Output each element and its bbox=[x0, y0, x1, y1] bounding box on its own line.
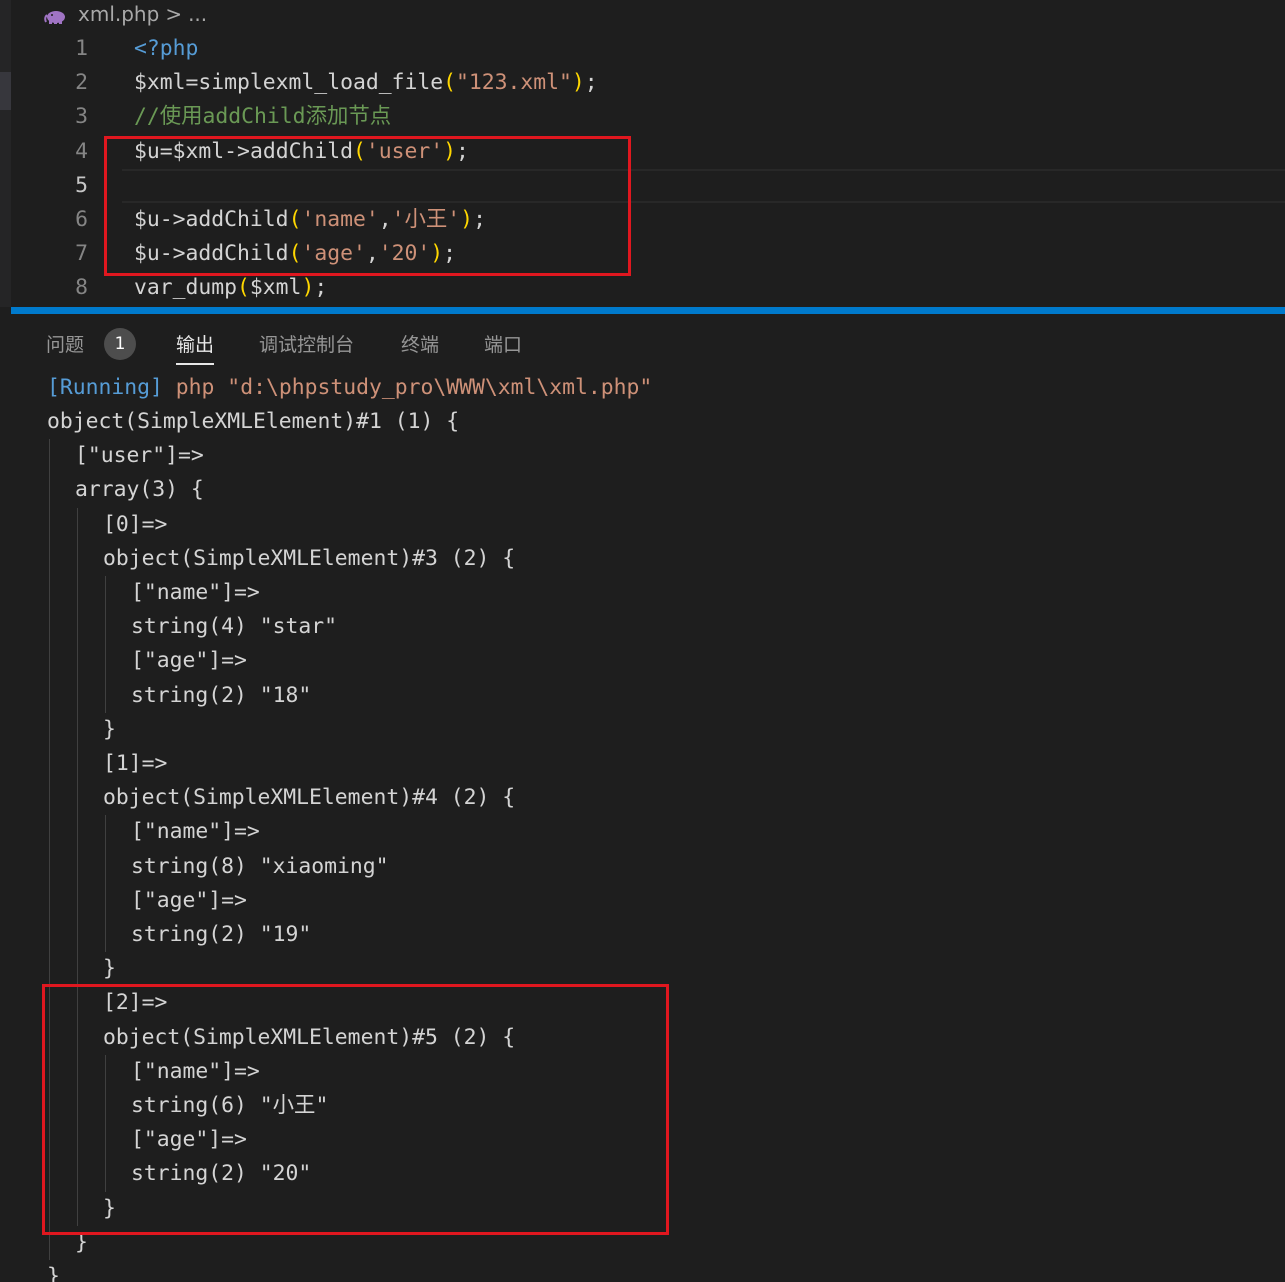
output-line: ["age"]=> bbox=[131, 648, 247, 673]
line-number: 3 bbox=[75, 104, 88, 129]
tab-debug-console[interactable]: 调试控制台 bbox=[259, 330, 354, 360]
line-number: 1 bbox=[75, 36, 88, 61]
line-number: 5 bbox=[75, 173, 88, 198]
output-line: object(SimpleXMLElement)#1 (1) { bbox=[47, 409, 460, 434]
code-token: $xml bbox=[249, 275, 302, 300]
line-number: 2 bbox=[75, 70, 88, 95]
panel-tabs: 问题 1 输出 调试控制台 终端 端口 bbox=[0, 314, 1285, 374]
output-line: object(SimpleXMLElement)#3 (2) { bbox=[103, 546, 516, 571]
code-token: ) bbox=[571, 70, 585, 95]
code-token: //使用addChild添加节点 bbox=[134, 104, 392, 129]
output-line: [1]=> bbox=[103, 751, 168, 776]
line-code: $xml=simplexml_load_file("123.xml"); bbox=[134, 66, 598, 100]
tab-problems[interactable]: 问题 bbox=[46, 330, 84, 360]
line-number: 7 bbox=[75, 241, 88, 266]
line-number: 4 bbox=[75, 139, 88, 164]
line-number: 8 bbox=[75, 275, 88, 300]
code-editor[interactable]: xml.php > ... 1 <?php 2 $xml=simplexml_load… bbox=[0, 0, 1285, 307]
annotation-box-output bbox=[42, 984, 669, 1235]
output-line: array(3) { bbox=[75, 477, 204, 502]
vscode-window: xml.php > ... 1 <?php 2 $xml=simplexml_load… bbox=[0, 0, 1285, 1282]
output-run-line: [Running] php "d:\phpstudy_pro\WWW\xml\x… bbox=[47, 371, 652, 405]
output-line: string(4) "star" bbox=[131, 614, 338, 639]
code-token: $xml bbox=[134, 70, 186, 95]
code-token: = bbox=[185, 70, 199, 95]
output-line: string(8) "xiaoming" bbox=[131, 854, 389, 879]
output-line: } bbox=[103, 717, 116, 742]
indent-guide bbox=[105, 576, 106, 713]
code-token: ; bbox=[584, 70, 598, 95]
output-line: ["name"]=> bbox=[131, 580, 260, 605]
output-line: object(SimpleXMLElement)#4 (2) { bbox=[103, 785, 516, 810]
line-code: //使用addChild添加节点 bbox=[134, 100, 391, 134]
code-line[interactable]: 3 //使用addChild添加节点 bbox=[0, 100, 1285, 134]
code-token: ; bbox=[314, 275, 328, 300]
panel-border[interactable] bbox=[11, 307, 1285, 314]
problems-count-badge: 1 bbox=[104, 328, 136, 360]
output-line: ["user"]=> bbox=[75, 443, 204, 468]
run-command: php "d:\phpstudy_pro\WWW\xml\xml.php" bbox=[175, 375, 653, 400]
output-line: ["age"]=> bbox=[131, 888, 247, 913]
bottom-panel: 问题 1 输出 调试控制台 终端 端口 [Running] php "d:\ph… bbox=[0, 314, 1285, 1282]
tab-terminal[interactable]: 终端 bbox=[401, 330, 439, 360]
annotation-box-code bbox=[104, 136, 631, 276]
breadcrumb-more[interactable]: ... bbox=[188, 2, 207, 26]
breadcrumb-file[interactable]: xml.php bbox=[78, 2, 159, 26]
running-label: [Running] bbox=[47, 375, 163, 400]
code-token: ) bbox=[301, 275, 315, 300]
line-code: <?php bbox=[134, 32, 198, 66]
code-token: ( bbox=[237, 275, 250, 300]
tab-output[interactable]: 输出 bbox=[176, 330, 215, 365]
code-token: ( bbox=[443, 70, 456, 95]
code-token: "123.xml" bbox=[455, 70, 572, 95]
code-line[interactable]: 8 var_dump($xml); bbox=[0, 271, 1285, 305]
code-token: simplexml_load_file bbox=[198, 70, 444, 95]
breadcrumb: xml.php > ... bbox=[44, 0, 207, 28]
tab-ports[interactable]: 端口 bbox=[484, 330, 522, 360]
output-line: string(2) "18" bbox=[131, 683, 312, 708]
output-line: } bbox=[47, 1264, 60, 1282]
output-line: string(2) "19" bbox=[131, 922, 312, 947]
indent-guide bbox=[105, 815, 106, 952]
code-token: var_dump bbox=[134, 275, 238, 300]
code-token: <?php bbox=[134, 36, 199, 61]
output-line: [0]=> bbox=[103, 512, 168, 537]
code-line[interactable]: 1 <?php bbox=[0, 32, 1285, 66]
code-line[interactable]: 2 $xml=simplexml_load_file("123.xml"); bbox=[0, 66, 1285, 100]
breadcrumb-separator: > bbox=[165, 2, 183, 26]
output-line: ["name"]=> bbox=[131, 819, 260, 844]
output-line: } bbox=[103, 956, 116, 981]
line-number: 6 bbox=[75, 207, 88, 232]
line-code: var_dump($xml); bbox=[134, 271, 327, 305]
php-elephant-icon bbox=[44, 6, 68, 24]
